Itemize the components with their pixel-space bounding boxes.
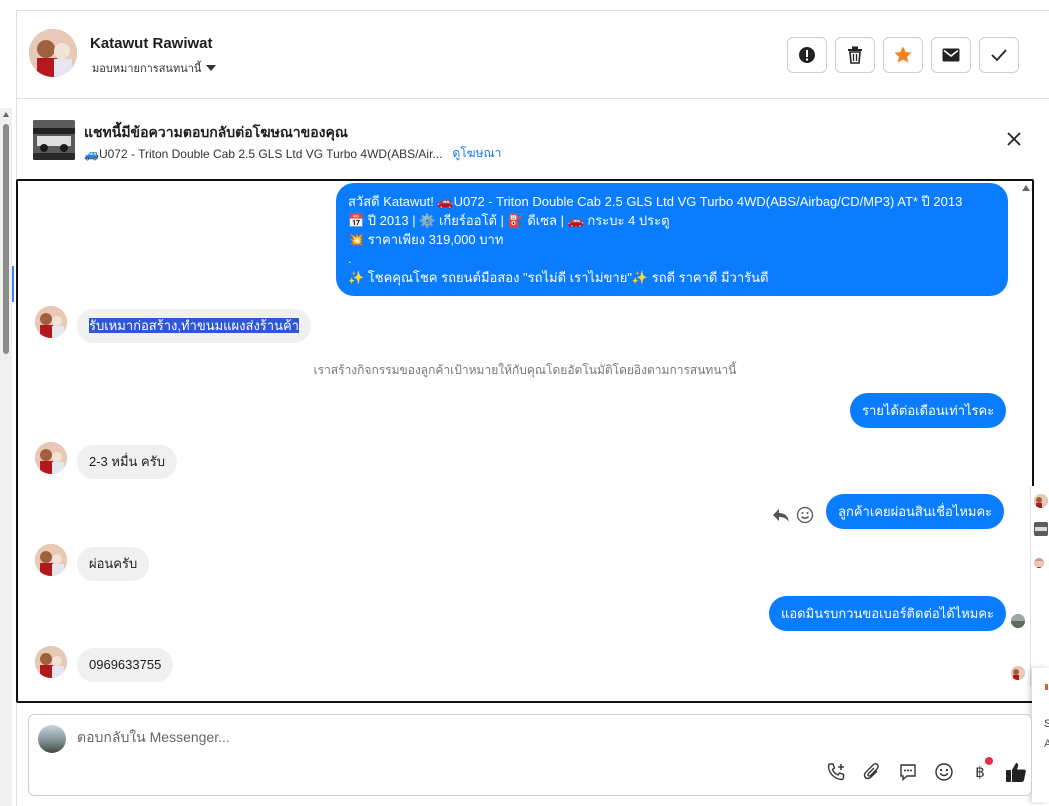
assign-conversation-dropdown[interactable]: มอบหมายการสนทนานี้ [92,59,217,77]
message-line: 📅 ปี 2013 | ⚙️ เกียร์ออโต้ | ⛽ ดีเซล | 🚗… [348,213,670,228]
like-icon [1006,763,1026,782]
mark-unread-button[interactable] [931,37,971,73]
message-text: รายได้ต่อเดือนเท่าไรคะ [862,403,995,418]
outgoing-message[interactable]: ลูกค้าเคยผ่อนสินเชื่อไหมคะ [826,494,1005,529]
emoji-button[interactable] [933,761,955,783]
panel-avatar[interactable] [1034,494,1048,508]
view-ad-link[interactable]: ดูโฆษณา [452,144,501,163]
baht-payment-icon: ฿ [975,764,985,781]
incoming-message[interactable]: 2-3 หมื่น ครับ [77,445,177,479]
popup-text: A [1044,738,1049,750]
message-line: ✨ โชคคุณโชค รถยนต์มือสอง "รถไม่ดี เราไม่… [348,270,769,285]
contact-avatar[interactable] [35,646,67,678]
composer-tools: ฿ [825,757,1027,783]
payment-button[interactable]: ฿ [969,757,993,783]
saved-reply-icon [900,764,916,782]
ad-thumbnail[interactable] [33,120,75,160]
reply-input[interactable] [77,729,677,745]
message-text: ผ่อนครับ [89,556,138,571]
saved-reply-button[interactable] [897,761,919,783]
delete-button[interactable] [835,37,875,73]
conversation-header: Katawut Rawiwat มอบหมายการสนทนานี้ [17,11,1049,99]
reply-composer: ฿ [28,714,1032,796]
report-icon [799,47,815,63]
message-text: รับเหมาก่อสร้าง,ทำขนมแผงส่งร้านค้า [89,318,299,333]
panel-avatar[interactable] [1034,558,1044,568]
right-panel-edge [1030,486,1049,686]
ad-reply-banner: แชทนี้มีข้อความตอบกลับต่อโฆษณาของคุณ 🚙U0… [17,100,1049,178]
ad-banner-subtitle: 🚙U072 - Triton Double Cab 2.5 GLS Ltd VG… [84,144,501,163]
caret-down-icon [206,65,217,71]
mail-icon [942,48,960,62]
check-icon [991,49,1007,61]
trash-icon [848,46,862,64]
call-button[interactable] [825,761,847,783]
left-scrollbar[interactable] [0,108,12,806]
mark-done-button[interactable] [979,37,1019,73]
incoming-message[interactable]: 0969633755 [77,648,174,682]
page-avatar [38,725,66,753]
incoming-message[interactable]: ผ่อนครับ [77,547,150,581]
side-popup-card[interactable]: S A [1032,668,1049,802]
scroll-up-arrow-icon[interactable] [3,112,9,117]
message-text: ลูกค้าเคยผ่อนสินเชื่อไหมคะ [838,504,993,519]
header-actions [787,37,1019,73]
thread-scroll-up-icon[interactable] [1022,185,1030,191]
ad-product-name: 🚙U072 - Triton Double Cab 2.5 GLS Ltd VG… [84,146,443,161]
message-text: แอดมินรบกวนขอเบอร์ติดต่อได้ไหมคะ [781,606,995,621]
message-line: 💥 ราคาเพียง 319,000 บาท [348,232,504,247]
assign-label: มอบหมายการสนทนานี้ [92,63,202,75]
scrollbar-thumb[interactable] [3,124,9,354]
contact-name[interactable]: Katawut Rawiwat [90,35,213,52]
alert-marker [1045,684,1048,690]
message-thread[interactable]: สวัสดี Katawut! 🚗U072 - Triton Double Ca… [16,179,1034,703]
attach-icon [863,763,879,780]
report-button[interactable] [787,37,827,73]
react-emoji-icon[interactable] [796,506,814,524]
contact-avatar[interactable] [35,442,67,474]
call-icon [827,763,845,781]
outgoing-message[interactable]: แอดมินรบกวนขอเบอร์ติดต่อได้ไหมคะ [769,596,1007,631]
star-button[interactable] [883,37,923,73]
outgoing-message[interactable]: รายได้ต่อเดือนเท่าไรคะ [850,393,1007,428]
reply-icon[interactable] [772,507,790,523]
attach-button[interactable] [861,761,883,783]
notification-dot [985,757,993,765]
seen-avatar [1011,666,1025,680]
ad-banner-title: แชทนี้มีข้อความตอบกลับต่อโฆษณาของคุณ [84,124,348,140]
outgoing-message-ad-greeting[interactable]: สวัสดี Katawut! 🚗U072 - Triton Double Ca… [336,183,1008,296]
star-icon [894,46,912,63]
like-button[interactable] [1005,761,1027,783]
emoji-icon [935,763,953,781]
close-icon [1007,132,1021,146]
panel-ad-thumbnail[interactable] [1034,522,1048,536]
close-banner-button[interactable] [1005,130,1023,148]
avatar[interactable] [29,29,77,77]
contact-avatar[interactable] [35,544,67,576]
seen-avatar [1011,614,1025,628]
selection-marker [12,266,14,302]
messenger-inbox: Katawut Rawiwat มอบหมายการสนทนานี้ แชทนี… [0,0,1049,806]
system-note: เราสร้างกิจกรรมของลูกค้าเป้าหมายให้กับคุ… [313,363,737,377]
message-actions [772,506,814,524]
message-text: 2-3 หมื่น ครับ [89,454,165,469]
incoming-message[interactable]: รับเหมาก่อสร้าง,ทำขนมแผงส่งร้านค้า [77,309,311,343]
contact-avatar[interactable] [35,306,67,338]
message-line: . [348,251,352,266]
message-text: 0969633755 [89,657,162,672]
message-line: สวัสดี Katawut! 🚗U072 - Triton Double Ca… [348,194,963,209]
popup-text: S [1044,718,1049,730]
